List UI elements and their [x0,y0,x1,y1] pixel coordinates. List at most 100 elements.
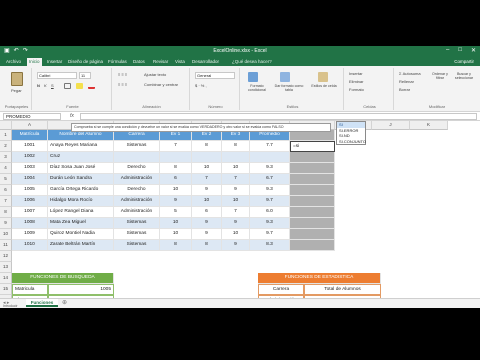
table-cell[interactable]: Díaz Sosa Juan José [48,163,114,174]
table-cell[interactable]: 5 [160,207,192,218]
table-cell[interactable]: 1010 [12,240,48,251]
tab-revisar[interactable]: Revisar [151,58,170,66]
autocomplete-item[interactable]: SI.CONJUNTO [337,139,366,145]
column-header-a[interactable]: A [12,121,48,130]
fx-icon[interactable]: fx [70,113,74,119]
table-cell[interactable]: 8 [222,141,250,152]
table-cell[interactable]: Hidalgo Mora Rocío [48,196,114,207]
table-cell[interactable]: 1006 [12,196,48,207]
row-header[interactable]: 10 [0,229,12,240]
table-cell[interactable]: 6 [192,207,222,218]
column-header-k[interactable]: K [410,121,448,130]
table-cell[interactable]: 9 [222,240,250,251]
table-cell[interactable]: 8 [160,163,192,174]
table-cell[interactable]: Sistemas [114,141,160,152]
cell-h[interactable] [290,196,335,207]
table-cell[interactable]: 7 [192,174,222,185]
table-cell[interactable]: 1003 [12,163,48,174]
tab-archivo[interactable]: Archivo [4,58,23,66]
table-cell[interactable]: 7.7 [250,141,290,152]
cell-styles-button[interactable]: Estilos de celda [308,84,340,88]
table-cell[interactable]: 7 [160,141,192,152]
tab-datos[interactable]: Datos [131,58,147,66]
row-header[interactable]: 6 [0,185,12,196]
row-header[interactable]: 14 [0,273,12,284]
table-cell[interactable]: García Ortega Ricardo [48,185,114,196]
table-cell[interactable]: 7 [222,207,250,218]
table-cell[interactable] [160,152,192,163]
autosum-button[interactable]: Σ Autosuma [399,71,421,76]
format-cells-button[interactable]: Formato [349,87,364,92]
table-cell[interactable]: 9.3 [250,185,290,196]
minimize-icon[interactable]: – [446,47,449,54]
row-header[interactable]: 8 [0,207,12,218]
table-cell[interactable]: 1001 [12,141,48,152]
table-cell[interactable] [250,152,290,163]
cell-h[interactable] [290,240,335,251]
maximize-icon[interactable]: □ [458,47,462,54]
paste-icon[interactable] [11,72,23,86]
table-cell[interactable]: 9 [192,218,222,229]
font-size-select[interactable]: 11 [79,72,91,79]
table-cell[interactable]: 9.3 [250,163,290,174]
table-cell[interactable]: 10 [222,229,250,240]
table-cell[interactable]: Sistemas [114,229,160,240]
tab-insertar[interactable]: Insertar [45,58,64,66]
formula-input[interactable] [80,113,477,120]
cell-h[interactable] [290,163,335,174]
table-cell[interactable] [222,152,250,163]
align-top-icon[interactable]: ≡ ≡ ≡ [118,72,127,77]
table-cell[interactable]: 9 [192,185,222,196]
table-cell[interactable]: Administración [114,174,160,185]
wrap-text-button[interactable]: Ajustar texto [144,72,166,77]
table-cell[interactable]: Administración [114,196,160,207]
tab-diseno[interactable]: Diseño de página [66,58,105,66]
number-format-select[interactable]: General [195,72,235,79]
table-cell[interactable]: 9 [222,185,250,196]
add-sheet-icon[interactable]: ⊕ [62,299,67,306]
row-header[interactable]: 2 [0,141,12,152]
table-cell[interactable]: 8.3 [250,240,290,251]
table-cell[interactable]: 7 [222,174,250,185]
table-cell[interactable]: 10 [192,163,222,174]
table-cell[interactable]: 9.3 [250,218,290,229]
clear-button[interactable]: Borrar [399,87,410,92]
find-select-button[interactable]: Buscar y seleccionar [452,72,476,80]
currency-icon[interactable]: $ · % , [195,83,207,88]
table-cell[interactable]: 9.7 [250,196,290,207]
table-cell[interactable]: 8 [160,240,192,251]
cell-h[interactable] [290,218,335,229]
cell-h[interactable] [290,207,335,218]
row-header[interactable]: 4 [0,163,12,174]
table-cell[interactable]: 1007 [12,207,48,218]
row-header[interactable]: 1 [0,130,12,141]
table-cell[interactable]: 1002 [12,152,48,163]
table-cell[interactable]: 10 [160,185,192,196]
row-header[interactable]: 13 [0,262,12,273]
table-cell[interactable]: 6.0 [250,207,290,218]
table-cell[interactable]: 8 [192,141,222,152]
row-header[interactable]: 12 [0,251,12,262]
cell-h[interactable] [290,229,335,240]
cell-h[interactable] [290,185,335,196]
close-icon[interactable]: ✕ [471,47,476,54]
conditional-format-icon[interactable] [248,72,258,82]
row-header[interactable]: 3 [0,152,12,163]
row-header[interactable]: 9 [0,218,12,229]
row-header[interactable]: 7 [0,196,12,207]
table-cell[interactable]: 1008 [12,218,48,229]
format-as-table-button[interactable]: Dar formato como tabla [272,84,306,92]
row-header[interactable]: 11 [0,240,12,251]
tab-formulas[interactable]: Fórmulas [106,58,129,66]
table-cell[interactable]: 10 [160,218,192,229]
fill-color-icon[interactable] [76,83,83,89]
bold-icon[interactable]: N [37,83,40,88]
table-cell[interactable]: López Rangel Diana [48,207,114,218]
worksheet-grid[interactable]: ABCDEFGHIJK123456789101112131415161718Ma… [0,121,480,298]
cell-styles-icon[interactable] [318,72,328,82]
table-cell[interactable]: 10 [160,229,192,240]
active-cell[interactable]: =si [290,141,335,152]
cell-h[interactable] [290,152,335,163]
column-header-j[interactable]: J [372,121,410,130]
insert-cells-button[interactable]: Insertar [349,71,363,76]
